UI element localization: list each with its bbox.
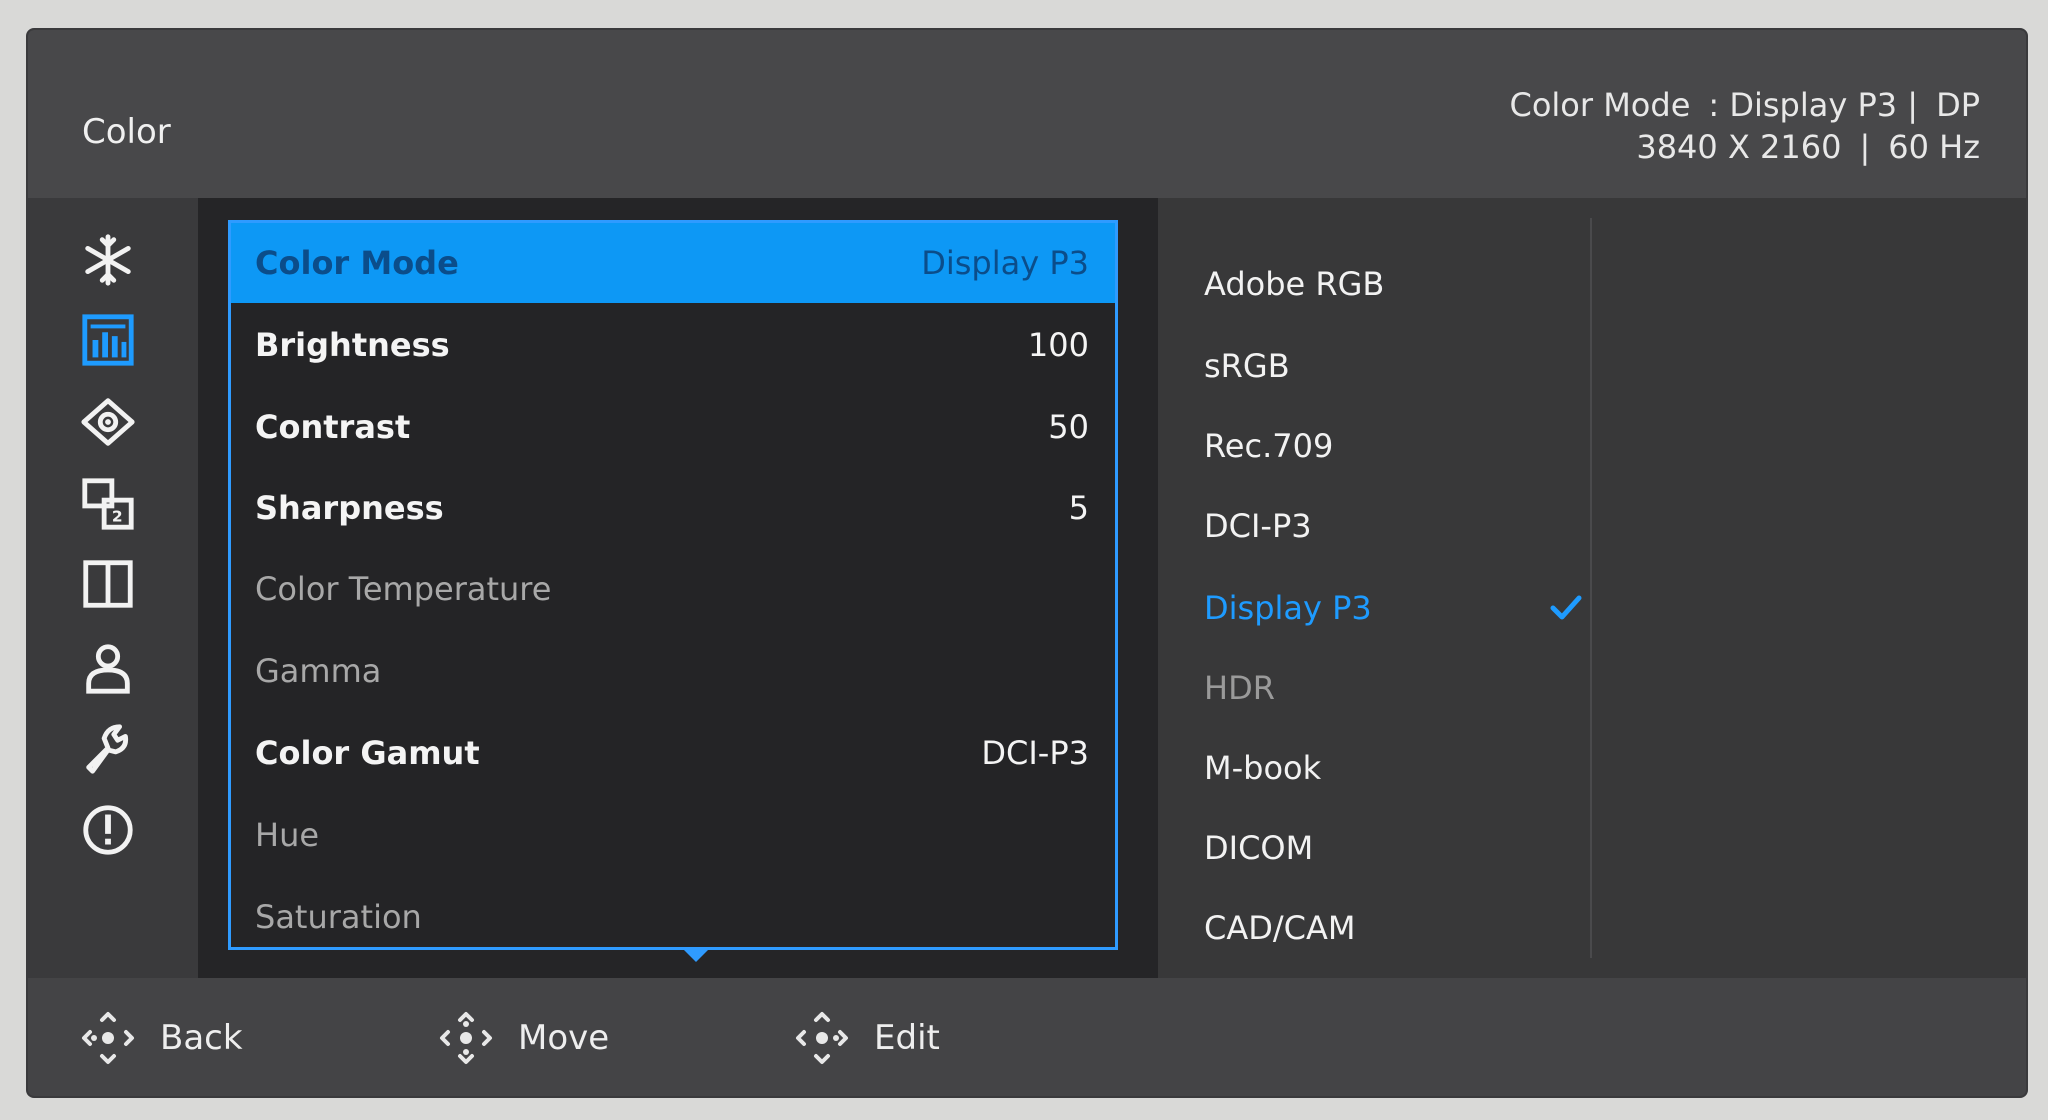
menu-item-label: Color Mode [255, 244, 459, 282]
option-cad-cam[interactable]: CAD/CAM [1204, 898, 1584, 958]
option-label: Rec.709 [1204, 427, 1334, 465]
option-label: Adobe RGB [1204, 265, 1385, 303]
divider [1590, 218, 1592, 958]
joystick-move-icon [440, 1012, 492, 1064]
osd-window: Color Color Mode : Display P3 | DP 3840 … [28, 30, 2026, 1096]
status-line-2: 3840 X 2160 | 60 Hz [1509, 126, 1980, 168]
option-adobe-rgb[interactable]: Adobe RGB [1204, 254, 1584, 314]
wrench-icon[interactable] [78, 718, 138, 778]
edit-button[interactable]: Edit [792, 1008, 940, 1068]
joystick-right-icon [796, 1012, 848, 1064]
color-chart-icon[interactable] [78, 310, 138, 370]
picture-in-picture-icon[interactable]: 2 [78, 474, 138, 534]
option-srgb[interactable]: sRGB [1204, 336, 1584, 396]
snowflake-icon[interactable] [78, 230, 138, 290]
back-label: Back [160, 1018, 243, 1058]
status-color-mode-label: Color Mode [1509, 86, 1691, 124]
menu-item-label: Hue [255, 816, 320, 854]
menu-item-label: Gamma [255, 652, 382, 690]
status-resolution: 3840 X 2160 [1636, 128, 1842, 166]
option-label: DCI-P3 [1204, 507, 1312, 545]
menu-item-brightness[interactable]: Brightness 100 [231, 305, 1115, 385]
menu-item-sharpness[interactable]: Sharpness 5 [231, 468, 1115, 548]
menu-item-label: Sharpness [255, 489, 444, 527]
color-mode-options: Adobe RGB sRGB Rec.709 DCI-P3 Display P3… [1158, 198, 2026, 978]
menu-item-label: Saturation [255, 898, 422, 936]
menu-item-value: 50 [1048, 408, 1089, 446]
settings-list: Color Mode Display P3 Brightness 100 Con… [228, 220, 1118, 950]
checkmark-icon [1550, 595, 1582, 620]
back-button[interactable]: Back [78, 1008, 243, 1068]
status-color-mode-value: : Display P3 | [1708, 86, 1919, 124]
menu-item-value: 5 [1068, 489, 1089, 527]
option-label: CAD/CAM [1204, 909, 1356, 947]
option-label: M-book [1204, 749, 1322, 787]
status-refresh-rate: 60 Hz [1888, 128, 1980, 166]
option-rec709[interactable]: Rec.709 [1204, 416, 1584, 476]
menu-item-hue: Hue [231, 795, 1115, 875]
move-button[interactable]: Move [436, 1008, 609, 1068]
osd-footer: Back Move Edit [28, 978, 2026, 1096]
option-display-p3[interactable]: Display P3 [1204, 578, 1584, 638]
menu-item-gamma: Gamma [231, 631, 1115, 711]
option-label: HDR [1204, 669, 1275, 707]
edit-label: Edit [874, 1018, 940, 1058]
menu-item-label: Contrast [255, 408, 411, 446]
option-label: sRGB [1204, 347, 1290, 385]
option-label: DICOM [1204, 829, 1314, 867]
menu-item-color-gamut[interactable]: Color Gamut DCI-P3 [231, 713, 1115, 793]
eye-icon[interactable] [78, 392, 138, 452]
menu-item-label: Color Temperature [255, 570, 552, 608]
status-separator: | [1859, 128, 1871, 166]
joystick-left-icon [82, 1012, 134, 1064]
menu-item-contrast[interactable]: Contrast 50 [231, 387, 1115, 467]
option-dci-p3[interactable]: DCI-P3 [1204, 496, 1584, 556]
svg-text:2: 2 [112, 507, 123, 525]
menu-item-value: 100 [1027, 326, 1089, 364]
page-title: Color [82, 112, 171, 152]
menu-item-label: Brightness [255, 326, 450, 364]
menu-panel: Color Mode Display P3 Brightness 100 Con… [198, 198, 1158, 978]
menu-item-color-mode[interactable]: Color Mode Display P3 [231, 223, 1115, 303]
menu-item-color-temperature: Color Temperature [231, 549, 1115, 629]
menu-item-value: Display P3 [921, 244, 1089, 282]
status-line-1: Color Mode : Display P3 | DP [1509, 84, 1980, 126]
option-dicom[interactable]: DICOM [1204, 818, 1584, 878]
scroll-down-indicator[interactable] [682, 948, 710, 962]
category-sidebar: 2 [28, 198, 198, 978]
menu-item-label: Color Gamut [255, 734, 480, 772]
option-label: Display P3 [1204, 589, 1372, 627]
option-hdr: HDR [1204, 658, 1584, 718]
menu-item-saturation: Saturation [231, 877, 1115, 957]
status-input-source: DP [1936, 86, 1980, 124]
menu-item-value: DCI-P3 [981, 734, 1089, 772]
move-label: Move [518, 1018, 610, 1058]
status-info: Color Mode : Display P3 | DP 3840 X 2160… [1509, 84, 1980, 168]
info-icon[interactable] [78, 800, 138, 860]
user-icon[interactable] [78, 638, 138, 698]
osd-header: Color Color Mode : Display P3 | DP 3840 … [28, 30, 2026, 198]
split-screen-icon[interactable] [78, 554, 138, 614]
option-m-book[interactable]: M-book [1204, 738, 1584, 798]
